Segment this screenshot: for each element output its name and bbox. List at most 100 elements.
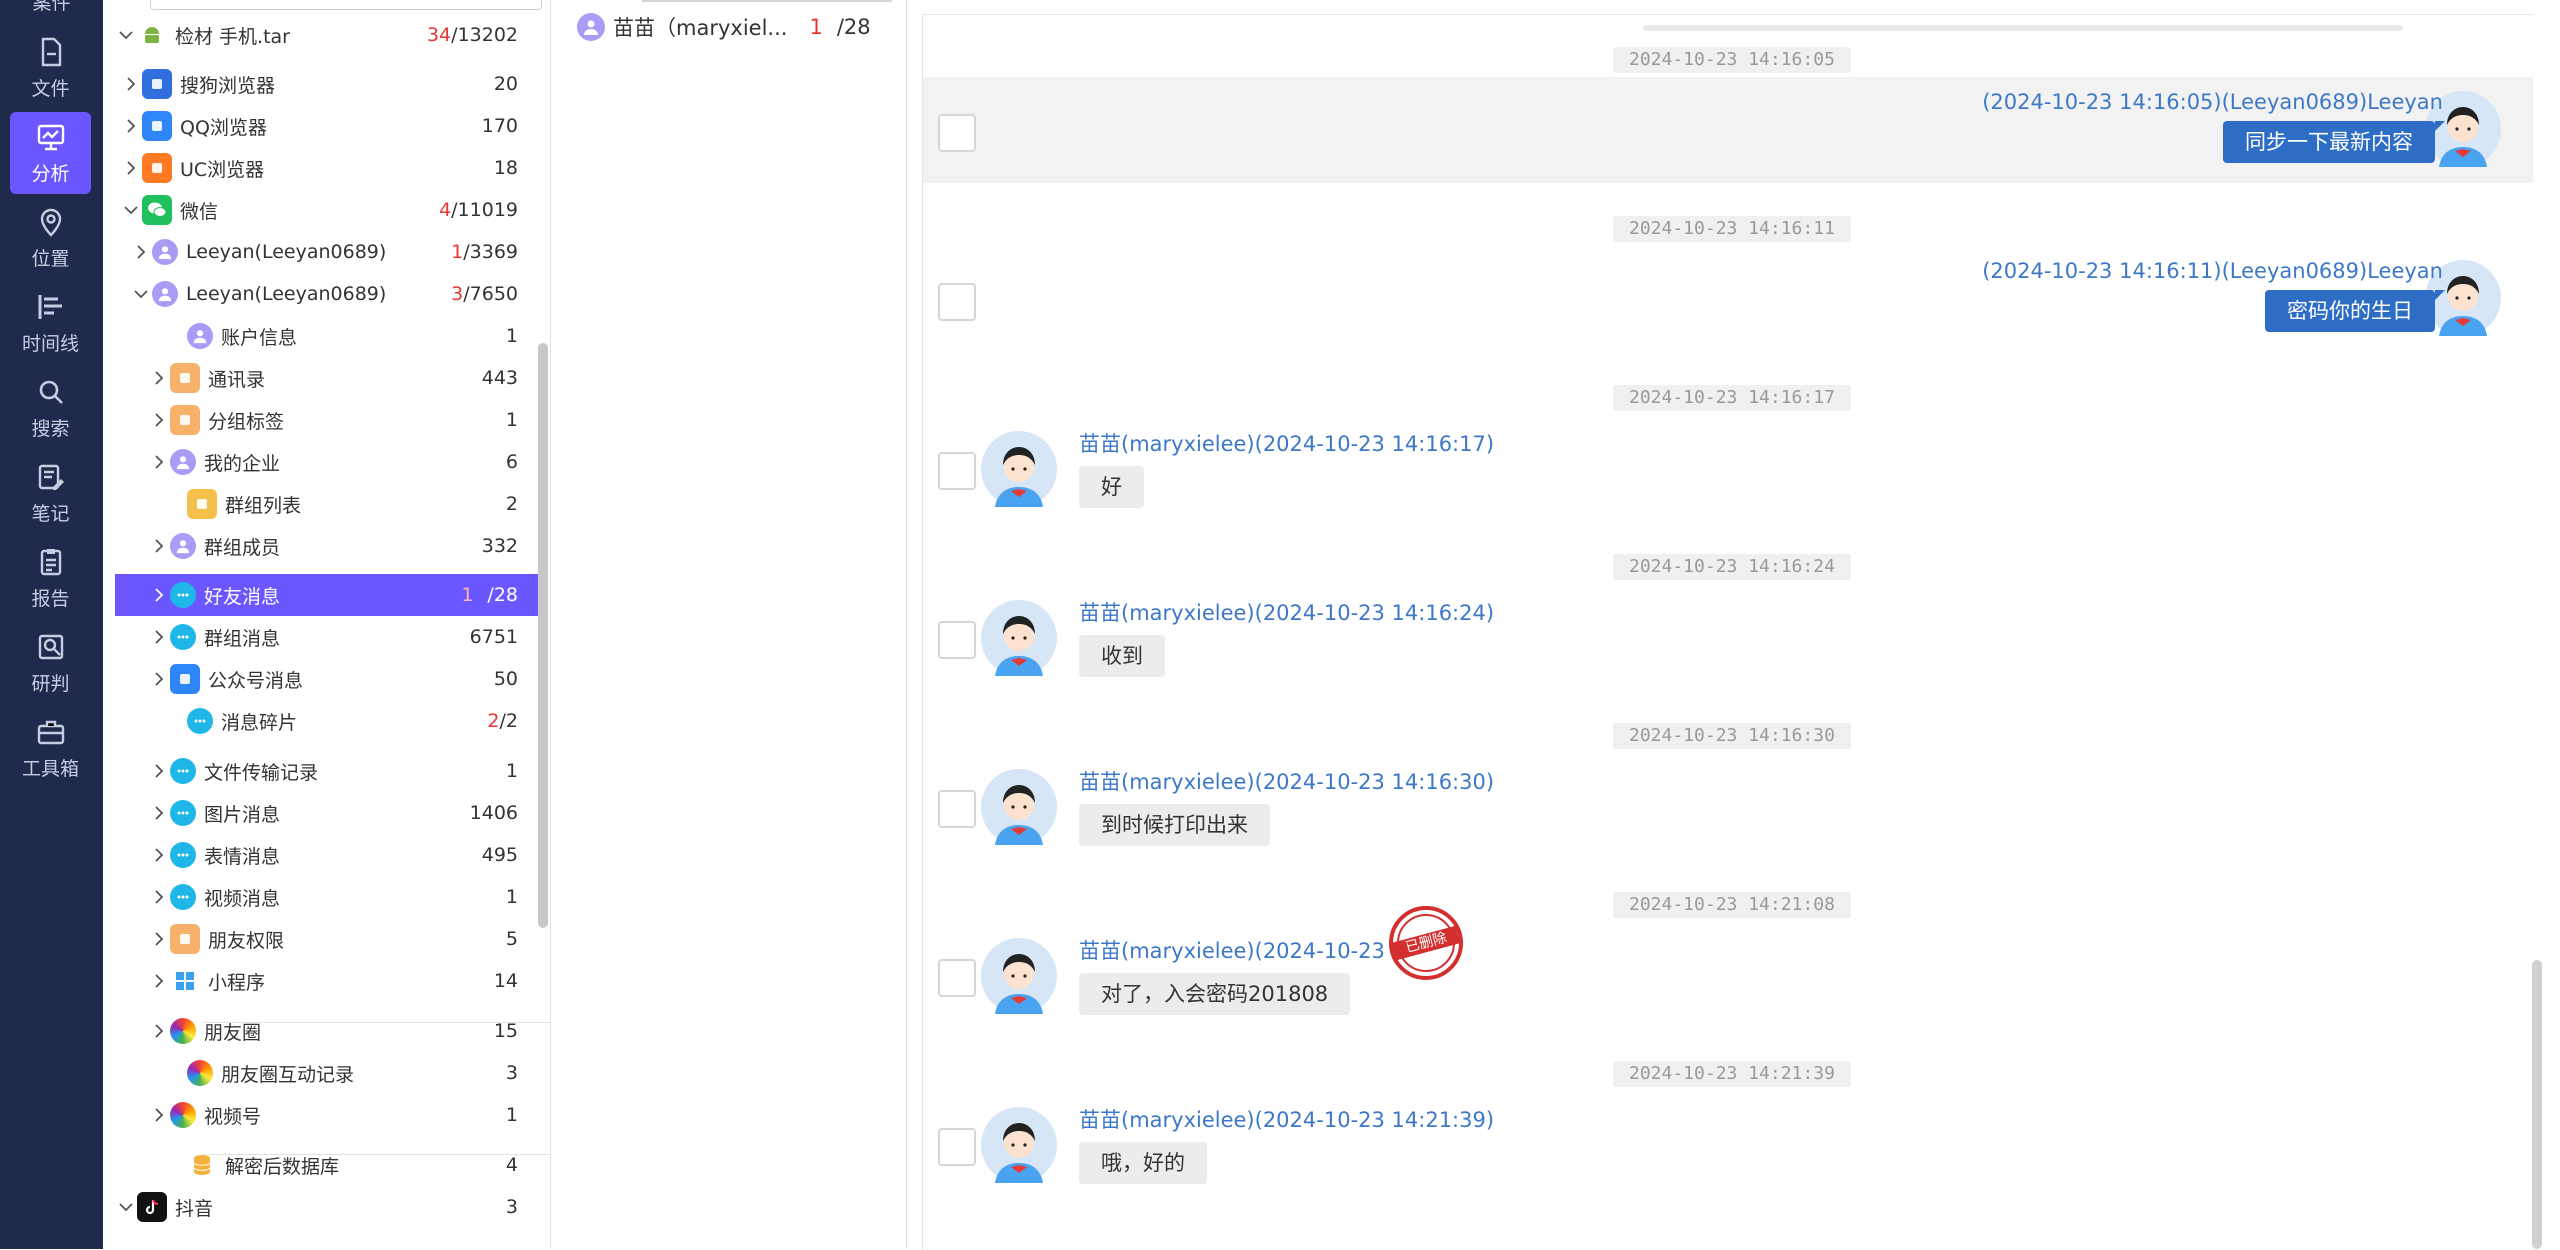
chevron-right-icon[interactable] [148,802,170,824]
tree-item[interactable]: 视频号 1 [115,1094,538,1136]
contact-item[interactable]: 苗苗（maryxiel... 1 /28 [577,10,897,44]
rail-item-judgment[interactable]: 研判 [10,622,91,704]
tree-item[interactable]: 分组标签 1 [115,399,538,441]
message-select-checkbox[interactable] [938,790,976,828]
avatar[interactable] [981,600,1057,676]
tree-scrollbar[interactable] [538,343,548,928]
tree-item-count: 1406 [470,802,518,824]
tree-item[interactable]: 公众号消息 50 [115,658,538,700]
avatar[interactable] [981,769,1057,845]
message-bubble[interactable]: 收到 [1079,635,1165,677]
message-bubble[interactable]: 对了，入会密码201808 [1079,973,1351,1015]
chevron-right-icon [165,1062,187,1084]
chevron-down-icon[interactable] [115,24,137,46]
report-icon [40,548,61,575]
tree-item[interactable]: 解密后数据库 4 [115,1144,538,1186]
message-bubble[interactable]: 哦，好的 [1079,1142,1207,1184]
tree-item[interactable]: UC浏览器 18 [115,147,538,189]
tree-item[interactable]: Leeyan(Leeyan0689) 3/7650 [115,273,538,315]
chevron-right-icon[interactable] [148,970,170,992]
moments-icon [170,1102,196,1128]
tree-item[interactable]: Leeyan(Leeyan0689) 1/3369 [115,231,538,273]
message-select-checkbox[interactable] [938,452,976,490]
message-select-checkbox[interactable] [938,621,976,659]
enterprise-icon [170,449,196,475]
chevron-right-icon[interactable] [148,1104,170,1126]
tree-item[interactable]: 好友消息 1/28 [115,574,538,616]
chevron-right-icon[interactable] [148,1020,170,1042]
tree-item[interactable]: 账户信息 1 [115,315,538,357]
rail-item-toolbox[interactable]: 工具箱 [10,707,91,789]
chevron-right-icon[interactable] [148,367,170,389]
tree-item[interactable]: 图片消息 1406 [115,792,538,834]
message-select-checkbox[interactable] [938,959,976,997]
chevron-right-icon[interactable] [130,241,152,263]
tree-item-count: 1 [506,760,518,782]
tree-item[interactable]: 小程序 14 [115,960,538,1002]
rail-item-files[interactable]: 文件 [10,27,91,109]
tree-item-count-highlight: 3 [451,283,464,305]
tree-item[interactable]: 搜狗浏览器 20 [115,63,538,105]
chevron-down-icon[interactable] [130,283,152,305]
tree-item-count: 2/2 [487,710,518,732]
chevron-right-icon[interactable] [120,73,142,95]
chevron-right-icon[interactable] [148,760,170,782]
message-select-checkbox[interactable] [938,1128,976,1166]
message-bubble[interactable]: 同步一下最新内容 [2223,121,2445,163]
tree-item[interactable]: 朋友圈互动记录 3 [115,1052,538,1094]
tree-item-count-total: 15 [493,1020,518,1042]
rail-item-report[interactable]: 报告 [10,537,91,619]
chevron-right-icon[interactable] [148,626,170,648]
tree-item[interactable]: 我的企业 6 [115,441,538,483]
chevron-right-icon[interactable] [148,928,170,950]
chevron-right-icon[interactable] [148,844,170,866]
rail-item-location[interactable]: 位置 [10,197,91,279]
tree-item[interactable]: 通讯录 443 [115,357,538,399]
tree-item-label: 我的企业 [204,452,281,475]
rail-item-analysis[interactable]: 分析 [10,112,91,194]
tree-search-input[interactable] [150,0,542,10]
chevron-right-icon[interactable] [148,409,170,431]
message-select-checkbox[interactable] [938,283,976,321]
message-timestamp: 2024-10-23 14:21:08 [1613,892,1851,918]
tree-item-label: 搜狗浏览器 [180,74,276,97]
tree-item[interactable]: 消息碎片 2/2 [115,700,538,742]
message-bubble[interactable]: 到时候打印出来 [1079,804,1270,846]
message-bubble[interactable]: 好 [1079,466,1144,508]
chat-scrollbar[interactable] [2532,960,2542,1249]
chevron-right-icon[interactable] [120,115,142,137]
tree-item-count-total: 170 [481,115,518,137]
tree-item[interactable]: 微信 4/11019 [115,189,538,231]
tree-item[interactable]: 表情消息 495 [115,834,538,876]
tree-item[interactable]: 朋友圈 15 [115,1010,538,1052]
tree-item[interactable]: 群组消息 6751 [115,616,538,658]
avatar[interactable] [981,431,1057,507]
chevron-right-icon[interactable] [148,451,170,473]
tree-item[interactable]: 群组成员 332 [115,525,538,567]
message-bubble[interactable]: 密码你的生日 [2265,290,2445,332]
message-select-checkbox[interactable] [938,114,976,152]
tree-item-label: 朋友圈互动记录 [221,1063,355,1086]
chevron-right-icon[interactable] [148,535,170,557]
chevron-right-icon[interactable] [148,668,170,690]
avatar[interactable] [981,938,1057,1014]
tree-item[interactable]: QQ浏览器 170 [115,105,538,147]
tree-item[interactable]: 检材 手机.tar 34/13202 [115,14,538,56]
tree-item[interactable]: 群组列表 2 [115,483,538,525]
chevron-right-icon[interactable] [148,886,170,908]
chevron-right-icon[interactable] [148,584,170,606]
tree-item[interactable]: 朋友权限 5 [115,918,538,960]
rail-item-search[interactable]: 搜索 [10,367,91,449]
tree-item[interactable]: 抖音 3 [115,1186,538,1228]
search-icon [39,380,63,404]
group-list-icon [187,489,217,519]
tree-item[interactable]: 视频消息 1 [115,876,538,918]
rail-item-notes[interactable]: 笔记 [10,452,91,534]
chevron-down-icon[interactable] [115,1196,137,1218]
rail-item-case-label[interactable]: 案件 [0,0,103,15]
rail-item-timeline[interactable]: 时间线 [10,282,91,364]
chevron-down-icon[interactable] [120,199,142,221]
chevron-right-icon[interactable] [120,157,142,179]
avatar[interactable] [981,1107,1057,1183]
tree-item[interactable]: 文件传输记录 1 [115,750,538,792]
